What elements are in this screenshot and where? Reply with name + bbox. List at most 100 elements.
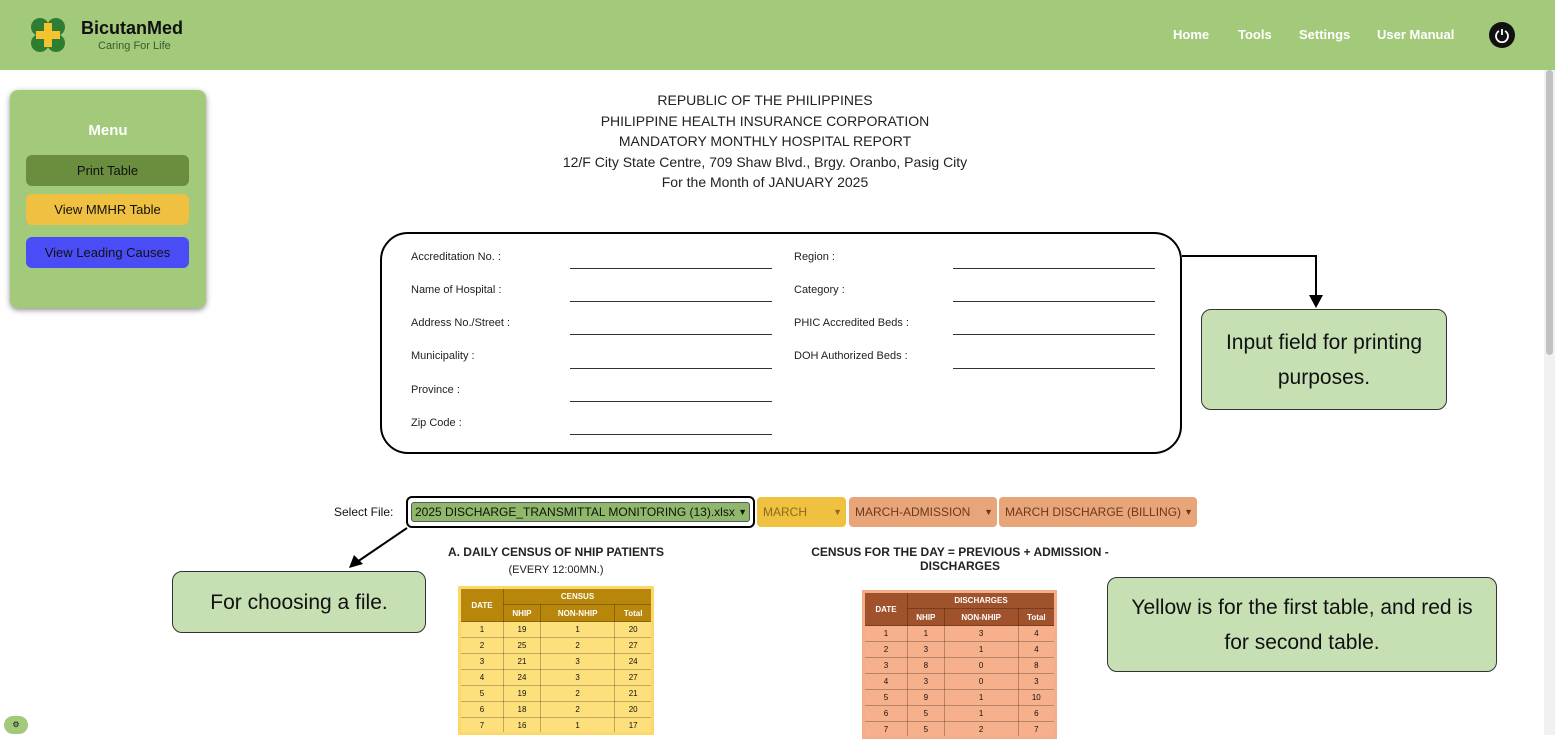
file-select-value: 2025 DISCHARGE_TRANSMITTAL MONITORING (1… (415, 505, 735, 519)
table-row: 4303 (863, 673, 1057, 690)
table-cell: 24 (503, 669, 541, 686)
table-cell: 20 (614, 621, 653, 638)
date-header: DATE (459, 587, 504, 622)
table-cell: 9 (907, 689, 945, 706)
admission-select-value: MARCH-ADMISSION (855, 505, 971, 519)
callout-choose-file: For choosing a file. (172, 571, 426, 633)
table-cell: 5 (907, 705, 945, 722)
col-header: Total (614, 604, 653, 622)
table-cell: 7 (863, 721, 908, 738)
table-cell: 1 (907, 625, 945, 642)
table-cell: 3 (539, 653, 616, 670)
file-select-wrapper[interactable]: 2025 DISCHARGE_TRANSMITTAL MONITORING (1… (406, 496, 755, 528)
table-row: 6516 (863, 705, 1057, 722)
table-cell: 25 (503, 637, 541, 654)
table-row: 7527 (863, 721, 1057, 738)
table-cell: 18 (503, 701, 541, 718)
col-header: NHIP (503, 604, 541, 622)
table-cell: 4 (863, 673, 908, 690)
col-header: Total (1017, 608, 1057, 626)
discharge-select[interactable]: MARCH DISCHARGE (BILLING) ▼ (999, 497, 1197, 527)
settings-badge-icon[interactable]: ⚙ (4, 716, 28, 734)
table-cell: 1 (943, 705, 1019, 722)
table-row: 6 18 2 20 (459, 701, 653, 718)
table-cell: 5 (907, 721, 945, 738)
col-header: NON-NHIP (539, 604, 616, 622)
table-row: 2 25 2 27 (459, 637, 653, 654)
table-cell: 3 (907, 673, 945, 690)
month-select[interactable]: MARCH ▼ (757, 497, 846, 527)
table-cell: 1 (943, 641, 1019, 658)
callout-input-fields: Input field for printing purposes. (1201, 309, 1447, 410)
file-select[interactable]: 2025 DISCHARGE_TRANSMITTAL MONITORING (1… (411, 502, 750, 522)
table-row: 4 24 3 27 (459, 669, 653, 686)
table-cell: 10 (1017, 689, 1057, 706)
chevron-down-icon: ▼ (984, 507, 993, 517)
callout-table-colors: Yellow is for the first table, and red i… (1107, 577, 1497, 672)
table-cell: 6 (459, 701, 504, 718)
census-group-header: CENSUS (503, 587, 653, 605)
table-row: 1134 (863, 625, 1057, 642)
table-row: 5 9 1 10 (863, 689, 1057, 706)
table-cell: 3 (1017, 673, 1057, 690)
admission-select[interactable]: MARCH-ADMISSION ▼ (849, 497, 997, 527)
table-row: 2314 (863, 641, 1057, 658)
table-cell: 2 (863, 641, 908, 658)
table-cell: 5 (459, 685, 504, 702)
table-cell: 21 (614, 685, 653, 702)
table-cell: 7 (459, 717, 504, 734)
discharges-table: DATE DISCHARGES NHIP NON-NHIP Total 1134… (862, 590, 1057, 739)
table-row: 5 19 2 21 (459, 685, 653, 702)
table-row: 3 21 3 24 (459, 653, 653, 670)
chevron-down-icon: ▼ (833, 507, 842, 517)
table-cell: 1 (863, 625, 908, 642)
table-cell: 27 (614, 637, 653, 654)
table-cell: 2 (539, 637, 616, 654)
chevron-down-icon: ▼ (738, 507, 747, 517)
select-file-label: Select File: (334, 505, 394, 519)
table-cell: 2 (539, 701, 616, 718)
table-cell: 5 (863, 689, 908, 706)
table-cell: 4 (459, 669, 504, 686)
month-select-value: MARCH (763, 505, 807, 519)
table-cell: 3 (943, 625, 1019, 642)
table-cell: 6 (863, 705, 908, 722)
table-cell: 4 (1017, 625, 1057, 642)
table-cell: 4 (1017, 641, 1057, 658)
table-cell: 0 (943, 657, 1019, 674)
table-cell: 16 (503, 717, 541, 734)
table-b-title: CENSUS FOR THE DAY = PREVIOUS + ADMISSIO… (811, 545, 1109, 573)
table-cell: 3 (459, 653, 504, 670)
table-a-title: A. DAILY CENSUS OF NHIP PATIENTS (447, 545, 665, 559)
table-cell: 19 (503, 621, 541, 638)
table-row: 7 16 1 17 (459, 717, 653, 734)
table-cell: 7 (1017, 721, 1057, 738)
table-cell: 3 (907, 641, 945, 658)
col-header: NON-NHIP (943, 608, 1019, 626)
date-header: DATE (863, 591, 908, 626)
table-cell: 24 (614, 653, 653, 670)
table-cell: 21 (503, 653, 541, 670)
table-cell: 3 (863, 657, 908, 674)
table-cell: 1 (539, 717, 616, 734)
discharge-select-value: MARCH DISCHARGE (BILLING) (1005, 505, 1182, 519)
table-cell: 2 (459, 637, 504, 654)
table-cell: 17 (614, 717, 653, 734)
col-header: NHIP (907, 608, 945, 626)
table-cell: 3 (539, 669, 616, 686)
table-cell: 8 (907, 657, 945, 674)
table-cell: 1 (539, 621, 616, 638)
table-cell: 27 (614, 669, 653, 686)
table-cell: 1 (459, 621, 504, 638)
table-cell: 20 (614, 701, 653, 718)
table-cell: 0 (943, 673, 1019, 690)
table-cell: 2 (943, 721, 1019, 738)
table-row: 3808 (863, 657, 1057, 674)
table-cell: 19 (503, 685, 541, 702)
table-cell: 6 (1017, 705, 1057, 722)
table-a-subtitle: (EVERY 12:00MN.) (508, 564, 604, 576)
table-cell: 2 (539, 685, 616, 702)
table-cell: 8 (1017, 657, 1057, 674)
discharges-group-header: DISCHARGES (907, 591, 1056, 609)
chevron-down-icon: ▼ (1184, 507, 1193, 517)
